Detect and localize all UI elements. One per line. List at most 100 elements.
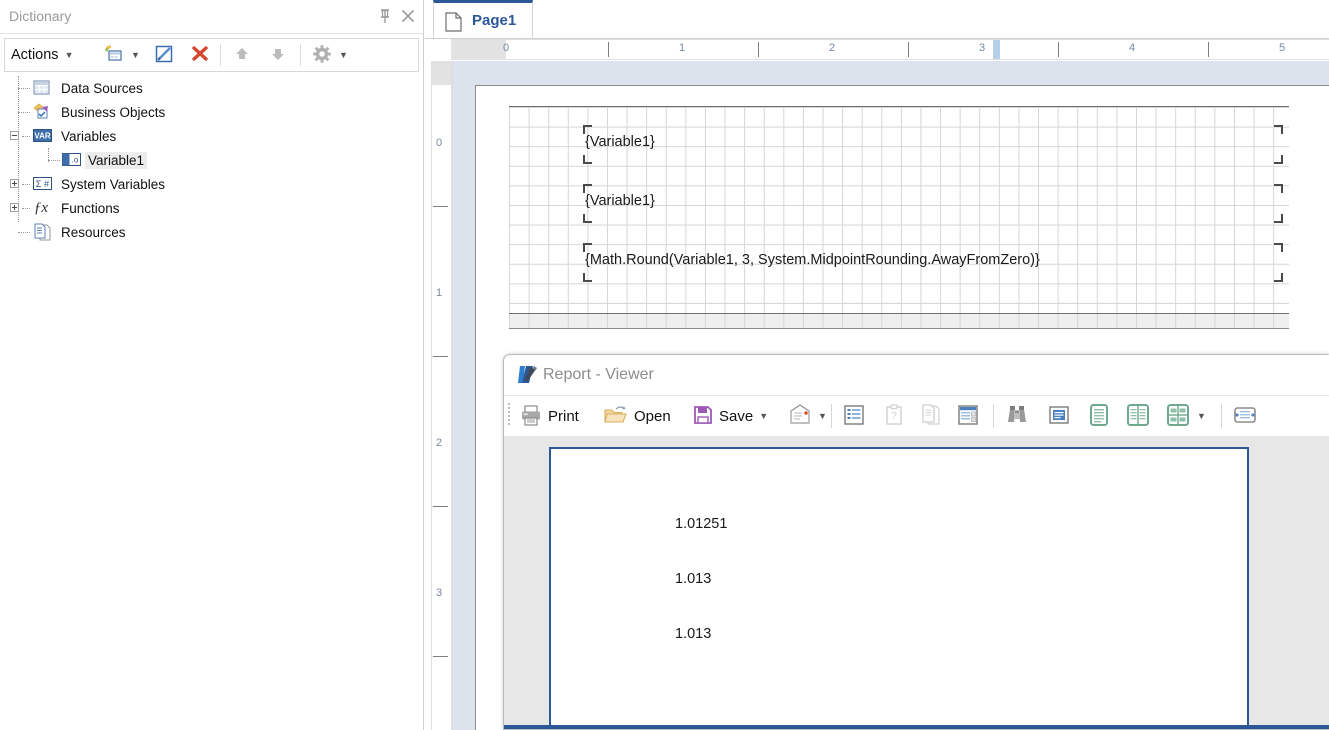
printer-icon [519, 403, 543, 430]
viewer-title: Report - Viewer [543, 366, 654, 383]
viewer-preview-area[interactable]: 1.01251 1.013 1.013 [504, 436, 1329, 729]
tree-item-functions[interactable]: ƒx Functions [0, 196, 424, 220]
save-button[interactable]: Save ▼ [692, 399, 768, 433]
toolbar-divider [300, 44, 301, 66]
resize-handle-tr[interactable] [1274, 184, 1283, 193]
svg-text:Σ: Σ [36, 179, 42, 189]
actions-menu-button[interactable]: Actions ▼ [11, 39, 73, 71]
report-band[interactable]: {Variable1} {Variable1} {Math.Round(Vari… [509, 106, 1289, 314]
tree-item-label: Business Objects [61, 104, 166, 120]
resize-handle-tl[interactable] [583, 184, 592, 193]
hruler-tick-label: 5 [1279, 42, 1286, 54]
parameters-panel-icon: ? [882, 403, 906, 430]
thumbnails-panel-icon [956, 403, 980, 430]
resize-handle-tl[interactable] [583, 125, 592, 134]
page-view-button[interactable] [1047, 399, 1071, 433]
svg-text:ƒx: ƒx [34, 200, 49, 216]
viewer-resources-button[interactable] [919, 399, 943, 433]
floppy-disk-icon [692, 404, 714, 429]
textbox-variable1-a[interactable]: {Variable1} [583, 125, 1283, 164]
tree-expander-minus-icon[interactable] [10, 131, 19, 140]
chevron-down-icon: ▼ [759, 411, 769, 421]
textbox-text: {Math.Round(Variable1, 3, System.Midpoin… [585, 252, 1040, 268]
resize-handle-tr[interactable] [1274, 243, 1283, 252]
report-band-footer[interactable] [509, 314, 1289, 329]
tree-item-variable1[interactable]: .o Variable1 [0, 148, 424, 172]
tree-expander-plus-icon[interactable] [10, 203, 19, 212]
hruler-tick-label: 3 [979, 42, 986, 54]
parameters-button[interactable]: ? [882, 399, 906, 433]
report-value: 1.013 [675, 571, 712, 587]
svg-text:VAR: VAR [34, 131, 51, 140]
report-value: 1.013 [675, 626, 712, 642]
multiple-pages-button[interactable]: ▼ [1165, 399, 1206, 433]
thumbnails-button[interactable] [956, 399, 980, 433]
hruler-tick [608, 42, 609, 57]
tree-item-label: Data Sources [61, 80, 143, 96]
open-label: Open [634, 407, 671, 425]
pin-icon[interactable] [375, 6, 395, 26]
tree-item-data-sources[interactable]: Data Sources [0, 76, 424, 100]
variables-var-icon: VAR [33, 129, 52, 145]
bookmarks-panel-icon [842, 403, 866, 430]
delete-button[interactable] [189, 39, 211, 71]
textbox-text: {Variable1} [585, 134, 655, 150]
report-viewer-window[interactable]: Report - Viewer Print Open Save ▼ ▼ ? ▼ … [503, 354, 1329, 730]
resize-handle-tl[interactable] [583, 243, 592, 252]
tree-item-label: Resources [61, 224, 126, 240]
textbox-math-round[interactable]: {Math.Round(Variable1, 3, System.Midpoin… [583, 243, 1283, 282]
two-pages-mode-icon [1125, 403, 1151, 430]
tree-item-variables[interactable]: VAR Variables [0, 124, 424, 148]
settings-button[interactable]: ▼ [311, 39, 348, 71]
tree-item-label: Variables [61, 128, 117, 144]
business-objects-icon [33, 103, 51, 119]
viewer-titlebar[interactable]: Report - Viewer [504, 355, 1329, 395]
tree-item-business-objects[interactable]: Business Objects [0, 100, 424, 124]
svg-text:?: ? [891, 411, 897, 422]
send-button[interactable]: ▼ [788, 399, 827, 433]
resize-handle-br[interactable] [1274, 155, 1283, 164]
move-down-button[interactable] [267, 39, 289, 71]
resize-handle-bl[interactable] [583, 273, 592, 282]
vertical-ruler[interactable]: 0 1 2 3 [425, 61, 453, 730]
move-up-button[interactable] [231, 39, 253, 71]
open-button[interactable]: Open [603, 399, 671, 433]
actions-menu-label: Actions [11, 47, 59, 63]
find-button[interactable] [1004, 399, 1030, 433]
send-email-icon [788, 403, 812, 430]
hruler-tick-label: 0 [503, 42, 510, 54]
single-page-button[interactable] [1087, 399, 1111, 433]
horizontal-ruler[interactable]: 0 1 2 3 4 5 [425, 39, 1329, 62]
close-icon[interactable] [398, 6, 418, 26]
tree-expander-plus-icon[interactable] [10, 179, 19, 188]
resize-handle-bl[interactable] [583, 155, 592, 164]
rendered-report-page[interactable]: 1.01251 1.013 1.013 [549, 447, 1249, 729]
resize-handle-bl[interactable] [583, 214, 592, 223]
arrow-down-icon [267, 43, 289, 68]
vruler-tick [433, 506, 448, 507]
zoom-page-width-button[interactable] [1232, 399, 1258, 433]
new-item-button[interactable]: ▼ [103, 39, 140, 71]
resize-handle-br[interactable] [1274, 214, 1283, 223]
bookmarks-button[interactable] [842, 399, 866, 433]
print-button[interactable]: Print [519, 399, 579, 433]
resize-handle-br[interactable] [1274, 273, 1283, 282]
chevron-down-icon: ▼ [339, 50, 348, 60]
dictionary-tree: Data Sources Business Objects VAR Variab… [0, 76, 424, 726]
ruler-cursor-marker[interactable] [993, 40, 1000, 59]
ruler-margin-shade [451, 40, 506, 59]
toolbar-grip-handle[interactable] [508, 403, 511, 429]
textbox-variable1-b[interactable]: {Variable1} [583, 184, 1283, 223]
save-label: Save [719, 407, 754, 425]
system-variables-icon: Σ # [33, 177, 52, 193]
single-page-mode-icon [1087, 403, 1111, 430]
stimulsoft-logo-icon [518, 364, 539, 388]
vruler-tick [433, 656, 448, 657]
tree-item-system-variables[interactable]: Σ # System Variables [0, 172, 424, 196]
tree-item-label: System Variables [61, 176, 166, 192]
tree-item-resources[interactable]: Resources [0, 220, 424, 244]
tab-page1[interactable]: Page1 [433, 0, 533, 38]
resize-handle-tr[interactable] [1274, 125, 1283, 134]
two-pages-button[interactable] [1125, 399, 1151, 433]
edit-button[interactable] [153, 39, 175, 71]
